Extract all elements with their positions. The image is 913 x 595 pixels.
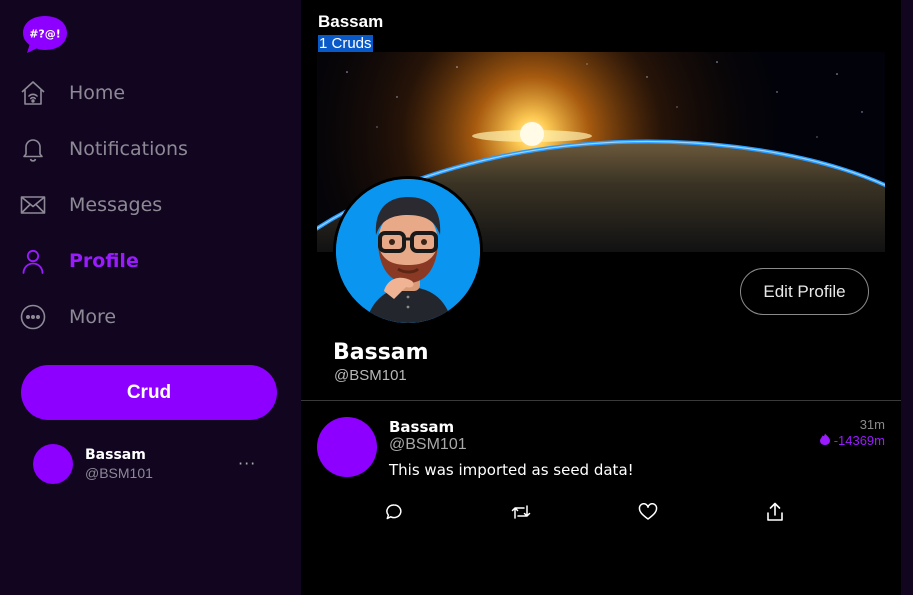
- sidebar-item-label: Profile: [69, 250, 139, 272]
- mail-icon: [20, 192, 46, 218]
- sidebar-item-messages[interactable]: Messages: [20, 190, 162, 220]
- flame-icon: [819, 433, 831, 448]
- post-text: This was imported as seed data!: [389, 461, 634, 479]
- post-timestamp: 31m: [859, 417, 885, 432]
- profile-handle: @BSM101: [334, 367, 407, 384]
- recrud-icon[interactable]: [511, 502, 531, 522]
- sidebar-item-notifications[interactable]: Notifications: [20, 134, 188, 164]
- divider: [301, 400, 901, 401]
- account-name: Bassam: [85, 447, 146, 463]
- more-options-icon[interactable]: ···: [238, 454, 256, 473]
- comment-icon[interactable]: [384, 502, 404, 522]
- svg-text:#?@!: #?@!: [29, 28, 61, 41]
- header-crud-count: 1 Cruds: [318, 35, 373, 52]
- edit-profile-button[interactable]: Edit Profile: [740, 268, 869, 315]
- header-name: Bassam: [318, 12, 384, 31]
- scrollbar[interactable]: [901, 0, 913, 595]
- post-avatar[interactable]: [317, 417, 377, 477]
- post-author-handle: @BSM101: [389, 436, 467, 453]
- account-handle: @BSM101: [85, 465, 153, 481]
- share-icon[interactable]: [765, 502, 785, 522]
- post-author-name[interactable]: Bassam: [389, 418, 454, 436]
- user-icon: [20, 248, 46, 274]
- sidebar-item-label: Messages: [69, 194, 163, 216]
- profile-avatar[interactable]: [333, 176, 483, 326]
- profile-name: Bassam: [333, 340, 429, 365]
- sidebar-item-more[interactable]: More: [20, 302, 116, 332]
- post-score-value: -14369m: [833, 433, 885, 448]
- heart-icon[interactable]: [638, 502, 658, 522]
- avatar: [33, 444, 73, 484]
- home-icon: [20, 80, 46, 106]
- crud-button[interactable]: Crud: [21, 365, 277, 420]
- bell-icon: [20, 136, 46, 162]
- more-circle-icon: [20, 304, 46, 330]
- sidebar-item-label: Home: [69, 82, 126, 104]
- account-switcher[interactable]: Bassam @BSM101 ···: [33, 444, 273, 486]
- sidebar-item-label: More: [69, 306, 117, 328]
- post-score: -14369m: [819, 433, 885, 448]
- app-logo[interactable]: #?@!: [21, 14, 69, 54]
- sidebar: #?@! Home Notifications Messages Profile…: [0, 0, 301, 595]
- sidebar-item-label: Notifications: [69, 138, 188, 160]
- profile-main: Bassam 1 Cruds Edit Profile Bassam @BSM1…: [301, 0, 901, 595]
- sidebar-item-profile[interactable]: Profile: [20, 246, 139, 276]
- sidebar-item-home[interactable]: Home: [20, 78, 125, 108]
